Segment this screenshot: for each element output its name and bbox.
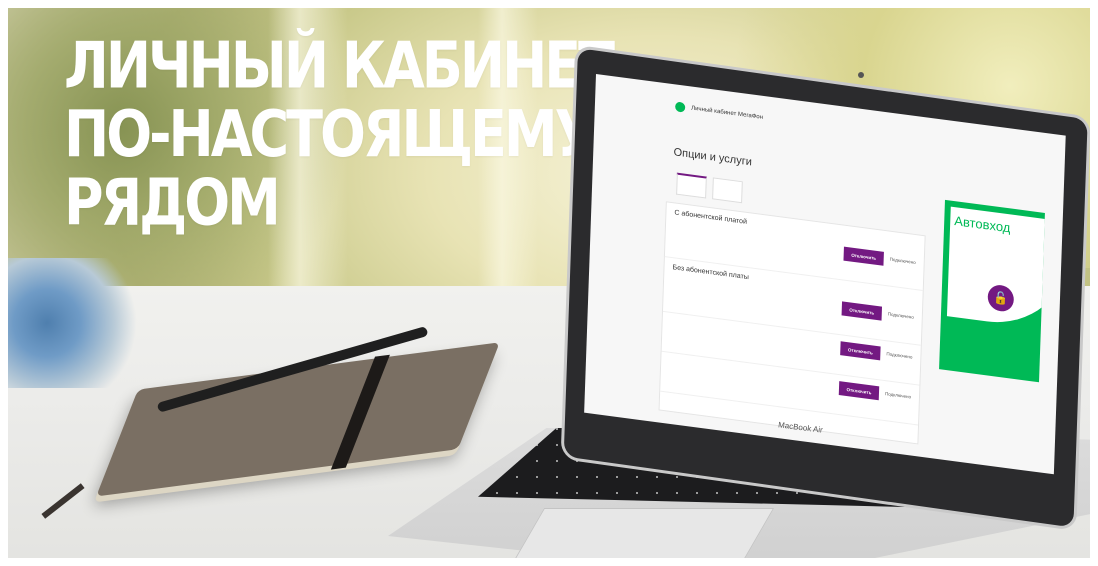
tab-1[interactable] [676, 172, 707, 199]
status-label: Подключено [884, 391, 912, 400]
headline-line-2: ПО-НАСТОЯЩЕМУ [64, 96, 596, 172]
headline: ЛИЧНЫЙ КАБИНЕТ ПО-НАСТОЯЩЕМУ РЯДОМ [64, 28, 615, 240]
disable-button[interactable]: Отключить [838, 381, 880, 401]
autologin-banner[interactable]: Автовход 🔓 [939, 199, 1045, 383]
pillow [8, 258, 138, 388]
headline-line-3: РЯДОМ [64, 165, 281, 240]
disable-button[interactable]: Отключить [840, 341, 881, 361]
status-label: Подключено [886, 351, 913, 360]
tab-2[interactable] [712, 177, 743, 204]
status-label: Подключено [889, 256, 916, 266]
banner-note [947, 358, 1031, 369]
site-title: Личный кабинет МегаФон [691, 105, 764, 121]
disable-button[interactable]: Отключить [841, 301, 883, 321]
page-title: Опции и услуги [673, 146, 753, 169]
headline-line-1: ЛИЧНЫЙ КАБИНЕТ [64, 28, 615, 103]
photo-scene: ЛИЧНЫЙ КАБИНЕТ ПО-НАСТОЯЩЕМУ РЯДОМ Личны… [8, 8, 1090, 558]
status-label: Подключено [887, 311, 914, 320]
laptop-screen: Личный кабинет МегаФон Опции и услуги С … [584, 74, 1066, 475]
tabs [676, 172, 743, 204]
megafon-logo-icon [675, 101, 686, 113]
services-card: С абонентской платой Отключить Подключен… [658, 201, 926, 445]
laptop-trackpad [511, 508, 775, 558]
camera-icon [858, 72, 864, 78]
disable-button[interactable]: Отключить [843, 246, 884, 266]
